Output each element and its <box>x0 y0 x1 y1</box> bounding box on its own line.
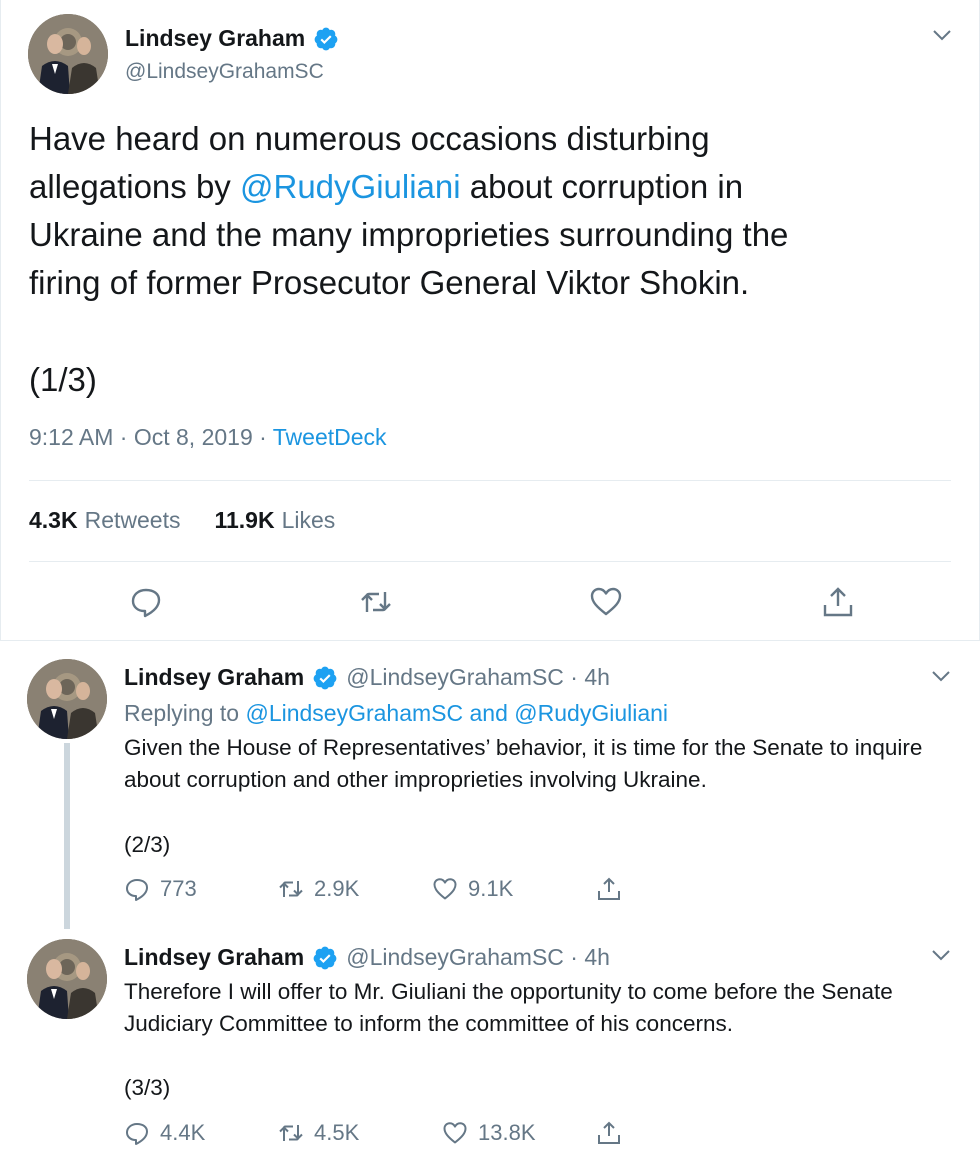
like-action[interactable]: 13.8K <box>442 1120 596 1146</box>
reply-header: Lindsey Graham @LindseyGrahamSC · 4h <box>124 944 610 971</box>
reply-icon[interactable] <box>129 585 163 619</box>
share-action[interactable] <box>596 876 622 902</box>
retweet-icon <box>279 881 303 897</box>
reply-count: 4.4K <box>160 1120 206 1145</box>
tweet-actions: 4.4K 4.5K 13.8K <box>124 1120 622 1146</box>
tweet-text: Have heard on numerous occasions disturb… <box>29 115 959 307</box>
tweet-text: Given the House of Representatives’ beha… <box>124 735 923 792</box>
avatar[interactable] <box>27 939 107 1019</box>
author-name[interactable]: Lindsey Graham <box>124 664 304 691</box>
avatar[interactable] <box>27 659 107 739</box>
retweet-icon[interactable] <box>359 585 393 619</box>
retweet-count: 4.5K <box>314 1120 360 1145</box>
avatar-photo <box>27 939 107 1019</box>
verified-badge-icon <box>312 945 338 971</box>
thread-part-label: (3/3) <box>124 1075 171 1100</box>
retweet-action[interactable]: 2.9K <box>278 876 432 902</box>
timestamp[interactable]: 9:12 AM · Oct 8, 2019 · <box>29 424 273 450</box>
thread-part-label: (1/3) <box>29 361 97 398</box>
share-icon[interactable] <box>821 585 855 619</box>
retweets-count: 4.3K <box>29 507 78 533</box>
mention-link[interactable]: @RudyGiuliani <box>240 168 461 205</box>
reply-header: Lindsey Graham @LindseyGrahamSC · 4h <box>124 664 610 691</box>
thread-part-label: (2/3) <box>124 832 171 857</box>
like-icon <box>443 1122 467 1144</box>
like-count: 13.8K <box>478 1120 536 1145</box>
likes-stat[interactable]: 11.9K Likes <box>214 507 335 534</box>
like-action[interactable]: 9.1K <box>432 876 596 902</box>
reply-icon <box>126 879 148 901</box>
engagement-stats: 4.3K Retweets 11.9K Likes <box>29 507 335 534</box>
source-link[interactable]: TweetDeck <box>273 424 387 450</box>
author-name[interactable]: Lindsey Graham <box>124 944 304 971</box>
like-icon <box>433 878 457 900</box>
chevron-down-icon[interactable] <box>930 665 952 687</box>
chevron-down-icon[interactable] <box>931 24 953 46</box>
verified-badge-icon <box>313 26 339 52</box>
divider <box>29 480 951 481</box>
share-action[interactable] <box>596 1120 622 1146</box>
reply-tweet: Lindsey Graham @LindseyGrahamSC · 4h Rep… <box>0 641 980 920</box>
tweet-actions: 773 2.9K 9.1K <box>124 876 622 902</box>
main-tweet: Lindsey Graham @LindseyGrahamSC Have hea… <box>0 0 980 641</box>
retweets-stat[interactable]: 4.3K Retweets <box>29 507 180 534</box>
retweets-label: Retweets <box>84 507 181 533</box>
tweet-text: Therefore I will offer to Mr. Giuliani t… <box>124 979 893 1036</box>
tweet-meta: 9:12 AM · Oct 8, 2019 · TweetDeck <box>29 424 387 451</box>
avatar-photo <box>27 659 107 739</box>
retweet-icon <box>279 1125 303 1141</box>
avatar[interactable] <box>28 14 108 94</box>
reply-action[interactable]: 773 <box>124 876 278 902</box>
avatar-photo <box>28 14 108 94</box>
retweet-count: 2.9K <box>314 876 360 901</box>
like-icon[interactable] <box>589 585 623 619</box>
replying-to-links[interactable]: @LindseyGrahamSC and @RudyGiuliani <box>245 700 668 726</box>
author-name[interactable]: Lindsey Graham <box>125 25 339 52</box>
reply-count: 773 <box>160 876 197 901</box>
reply-tweet: Lindsey Graham @LindseyGrahamSC · 4h The… <box>0 921 980 1151</box>
likes-count: 11.9K <box>214 507 275 533</box>
like-count: 9.1K <box>468 876 514 901</box>
divider <box>29 561 951 562</box>
verified-badge-icon <box>312 665 338 691</box>
reply-icon <box>126 1123 148 1145</box>
replying-prefix: Replying to <box>124 700 246 726</box>
author-handle-time[interactable]: @LindseyGrahamSC · 4h <box>346 944 610 971</box>
reply-action[interactable]: 4.4K <box>124 1120 278 1146</box>
author-handle[interactable]: @LindseyGrahamSC <box>125 60 324 84</box>
author-handle-time[interactable]: @LindseyGrahamSC · 4h <box>346 664 610 691</box>
share-icon <box>598 877 620 900</box>
chevron-down-icon[interactable] <box>930 944 952 966</box>
retweet-action[interactable]: 4.5K <box>278 1120 442 1146</box>
replying-to: Replying to @LindseyGrahamSC and @RudyGi… <box>124 700 668 727</box>
author-name-text[interactable]: Lindsey Graham <box>125 25 305 52</box>
share-icon <box>598 1121 620 1144</box>
likes-label: Likes <box>281 507 336 533</box>
